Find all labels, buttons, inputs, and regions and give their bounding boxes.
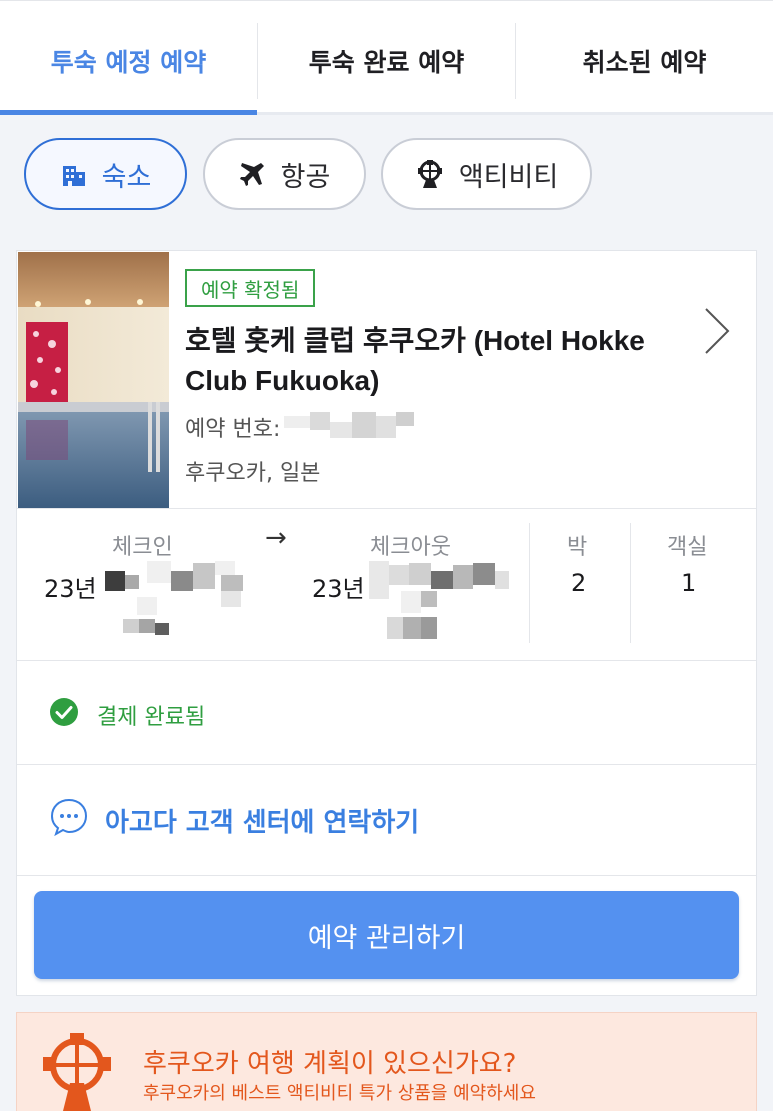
airplane-icon	[239, 160, 267, 188]
rooms-label: 객실	[667, 535, 708, 560]
checkin-label: 체크인	[112, 535, 173, 560]
promo-subtitle: 후쿠오카의 베스트 액티비티 특가 상품을 예약하세요	[143, 1083, 536, 1104]
filter-chip-label: 숙소	[101, 161, 152, 193]
booking-card: 예약 확정됨 호텔 홋케 클럽 후쿠오카 (Hotel Hokke Club F…	[16, 250, 757, 996]
rooms-value: 1	[681, 569, 697, 597]
filter-chip-accommodation[interactable]: 숙소	[24, 138, 187, 210]
filter-chip-flight[interactable]: 항공	[203, 138, 366, 210]
contact-support-link[interactable]: 아고다 고객 센터에 연락하기	[49, 797, 419, 844]
hotel-name[interactable]: 호텔 홋케 클럽 후쿠오카 (Hotel Hokke Club Fukuoka)	[185, 321, 655, 401]
chevron-right-icon[interactable]	[704, 307, 730, 359]
hotel-location: 후쿠오카, 일본	[185, 461, 321, 486]
tab-cancelled[interactable]: 취소된 예약	[516, 21, 773, 101]
booking-tabs: 투숙 예정 예약 투숙 완료 예약 취소된 예약	[0, 0, 773, 115]
promo-title: 후쿠오카 여행 계획이 있으신가요?	[143, 1049, 517, 1079]
ferris-wheel-icon	[415, 159, 445, 189]
nights-label: 박	[567, 535, 588, 560]
contact-support-label: 아고다 고객 센터에 연락하기	[105, 808, 420, 838]
chat-bubble-icon	[49, 797, 89, 844]
building-icon	[60, 160, 88, 188]
tab-upcoming[interactable]: 투숙 예정 예약	[0, 21, 257, 101]
checkout-value: 23년	[312, 575, 365, 603]
hotel-photo[interactable]	[18, 252, 169, 508]
divider	[17, 508, 756, 509]
booking-number: 예약 번호:	[185, 411, 415, 443]
booking-number-label: 예약 번호:	[185, 417, 281, 442]
payment-status: 결제 완료됨	[49, 697, 205, 733]
filter-chip-label: 항공	[280, 161, 331, 193]
manage-booking-button[interactable]: 예약 관리하기	[34, 891, 739, 979]
divider	[630, 523, 631, 643]
promo-banner[interactable]: 후쿠오카 여행 계획이 있으신가요? 후쿠오카의 베스트 액티비티 특가 상품을…	[16, 1012, 757, 1111]
payment-status-label: 결제 완료됨	[97, 705, 206, 730]
divider	[17, 875, 756, 876]
checkout-label: 체크아웃	[370, 535, 451, 560]
filter-chip-activity[interactable]: 액티비티	[381, 138, 592, 210]
checkout-date-redacted	[369, 561, 519, 651]
checkin-value: 23년	[44, 575, 97, 603]
arrow-right-icon: →	[265, 523, 287, 553]
status-badge: 예약 확정됨	[185, 269, 316, 307]
active-tab-indicator	[0, 110, 257, 115]
divider	[529, 523, 530, 643]
ferris-wheel-icon	[37, 1031, 117, 1111]
booking-number-redacted	[284, 412, 415, 442]
check-circle-icon	[49, 697, 79, 733]
checkin-date-redacted	[103, 561, 253, 641]
tab-completed[interactable]: 투숙 완료 예약	[258, 21, 515, 101]
divider	[17, 660, 756, 661]
nights-value: 2	[571, 569, 587, 597]
divider	[17, 764, 756, 765]
filter-chip-label: 액티비티	[458, 161, 559, 193]
